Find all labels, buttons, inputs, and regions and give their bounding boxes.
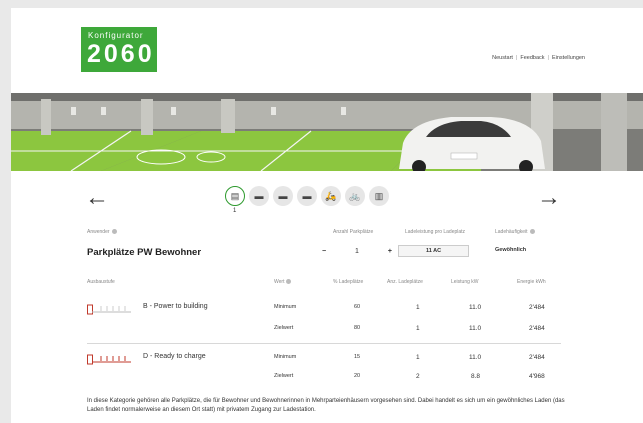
stage-d-ziel-energie: 4'968 [529,373,545,380]
top-navigation: Neustart | Feedback | Einstellungen [492,55,585,61]
moped-icon[interactable]: 🛵 [321,186,341,206]
stage-d-min-wert: Minimum [274,354,297,360]
nav-separator: | [515,55,518,61]
anwender-label-text: Anwender [87,229,110,235]
header-wert: Wert [274,279,292,285]
stage-d-ziel-pct: 20 [354,373,361,379]
category-description: In diese Kategorie gehören alle Parkplät… [87,398,565,413]
stage-b-min-pct: 60 [354,304,361,310]
stage-d-min-leistung: 11.0 [469,354,482,361]
previous-arrow-button[interactable]: ← [85,183,109,213]
car-icon[interactable]: ▬ [297,186,317,206]
parking-icon[interactable]: ▬ [249,186,269,206]
header-anz-ladeplaetze: Anz. Ladeplätze [387,279,423,285]
garage-photo [11,93,643,171]
info-icon[interactable] [111,229,117,235]
stage-b-min-leistung: 11.0 [469,304,482,311]
header-ausbaustufe: Ausbaustufe [87,279,115,285]
stage-b-ziel-pct: 80 [354,325,361,331]
info-icon[interactable] [286,279,292,285]
nav-link-feedback[interactable]: Feedback [520,55,544,61]
stage-b-ziel-wert: Zielwert [274,325,294,331]
stage-d-min-energie: 2'484 [529,354,545,361]
anzahl-label: Anzahl Parkplätze [333,229,374,235]
logo-top-text: Konfigurator [88,31,144,40]
ladeleistung-select[interactable]: 11 AC [398,245,469,257]
info-icon[interactable] [529,229,535,235]
ladeleistung-label: Ladeleistung pro Ladeplatz [405,229,466,235]
header-energie: Energie kWh [517,279,546,285]
anwender-label: Anwender [87,229,117,235]
document-icon[interactable]: ▥ [369,186,389,206]
increment-button[interactable]: + [388,248,392,255]
ladehaeufigkeit-value[interactable]: Gewöhnlich [495,247,526,253]
nav-link-neustart[interactable]: Neustart [492,55,513,61]
category-icons: ▤ ▬ ▬ ▬ 🛵 🚲 ▥ [225,186,389,206]
table-header: Ausbaustufe Wert % Ladeplätze Anz. Ladep… [87,279,561,287]
stage-b-ziel-anz: 1 [416,325,420,332]
stage-d-ziel-wert: Zielwert [274,373,294,379]
hero-image [11,93,643,171]
stage-d-min-pct: 15 [354,354,361,360]
header-leistung: Leistung kW [451,279,479,285]
logo[interactable]: Konfigurator 2060 [81,27,157,72]
nav-separator: | [547,55,549,61]
stage-b-label: B - Power to building [143,303,208,310]
decrement-button[interactable]: − [322,248,326,255]
ready-to-charge-icon [87,354,131,365]
stage-d-ziel-anz: 2 [416,373,420,380]
nav-link-einstellungen[interactable]: Einstellungen [552,55,585,61]
header-wert-text: Wert [274,279,285,285]
page: Konfigurator 2060 Neustart | Feedback | … [11,8,643,423]
page-title: Parkplätze PW Bewohner [87,247,202,258]
stage-b-min-anz: 1 [416,304,420,311]
quantity-value[interactable]: 1 [355,248,359,255]
stage-b-min-wert: Minimum [274,304,297,310]
stage-d-label: D - Ready to charge [143,353,206,360]
bus-icon[interactable]: ▬ [273,186,293,206]
header-ladeplaetze-pct: % Ladeplätze [333,279,364,285]
stage-d-ziel-leistung: 8.8 [471,373,481,380]
bicycle-icon[interactable]: 🚲 [345,186,365,206]
stage-b-min-energie: 2'484 [529,304,545,311]
active-icon-caption: 1 [233,208,237,214]
stage-b-ziel-leistung: 11.0 [469,325,482,332]
quantity-stepper: − 1 + [322,245,392,257]
stage-divider [87,343,561,344]
category-navigation: ← ▤ ▬ ▬ ▬ 🛵 🚲 ▥ 1 → [11,183,643,214]
config-header: Anwender Parkplätze PW Bewohner Anzahl P… [87,226,561,266]
logo-big-text: 2060 [87,40,155,68]
next-arrow-button[interactable]: → [537,183,561,213]
garage-icon[interactable]: ▤ [225,186,245,206]
ladehaeufigkeit-label-text: Ladehäufigkeit [495,229,528,235]
stage-b-ziel-energie: 2'484 [529,325,545,332]
stage-d-min-anz: 1 [416,354,420,361]
ladehaeufigkeit-label: Ladehäufigkeit [495,229,535,235]
power-to-building-icon [87,304,131,315]
